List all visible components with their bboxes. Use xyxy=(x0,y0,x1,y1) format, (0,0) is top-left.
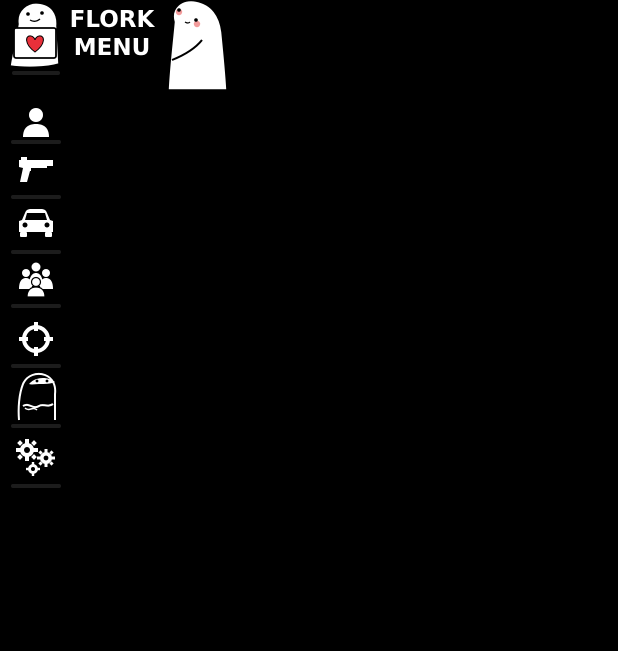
sidebar-item-weapons[interactable]: pistol-icon xyxy=(10,151,62,187)
sidebar-divider xyxy=(11,140,61,144)
sidebar-divider xyxy=(11,424,61,428)
sidebar-item-vehicles[interactable]: car-icon xyxy=(10,205,62,241)
menu-title-line2: MENU xyxy=(73,35,151,61)
flork-heart-mascot-logo xyxy=(9,2,60,69)
header-divider xyxy=(12,71,60,75)
sidebar-item-flork[interactable]: flork-face-icon xyxy=(10,371,62,423)
sidebar-divider xyxy=(11,250,61,254)
people-group-icon xyxy=(19,262,53,298)
flork-face-icon xyxy=(17,372,57,421)
sidebar-item-settings[interactable]: gears-icon xyxy=(10,438,62,478)
menu-header: FLORK MENU xyxy=(0,0,240,95)
sidebar-item-online[interactable]: people-group-icon xyxy=(10,260,62,300)
sidebar-item-aimbot[interactable]: crosshair-icon xyxy=(10,319,62,359)
sidebar-divider xyxy=(11,195,61,199)
sidebar-divider xyxy=(11,304,61,308)
menu-title: FLORK MENU xyxy=(66,6,158,62)
gears-icon xyxy=(16,439,55,476)
sidebar-item-player[interactable]: user-icon xyxy=(10,101,62,143)
flork-blush-mascot-logo xyxy=(167,0,228,91)
crosshair-icon xyxy=(19,322,53,356)
sidebar-divider xyxy=(11,364,61,368)
sidebar-divider xyxy=(11,484,61,488)
car-icon xyxy=(19,209,53,237)
menu-title-line1: FLORK xyxy=(69,7,155,33)
user-icon xyxy=(23,108,49,137)
pistol-icon xyxy=(19,157,53,182)
